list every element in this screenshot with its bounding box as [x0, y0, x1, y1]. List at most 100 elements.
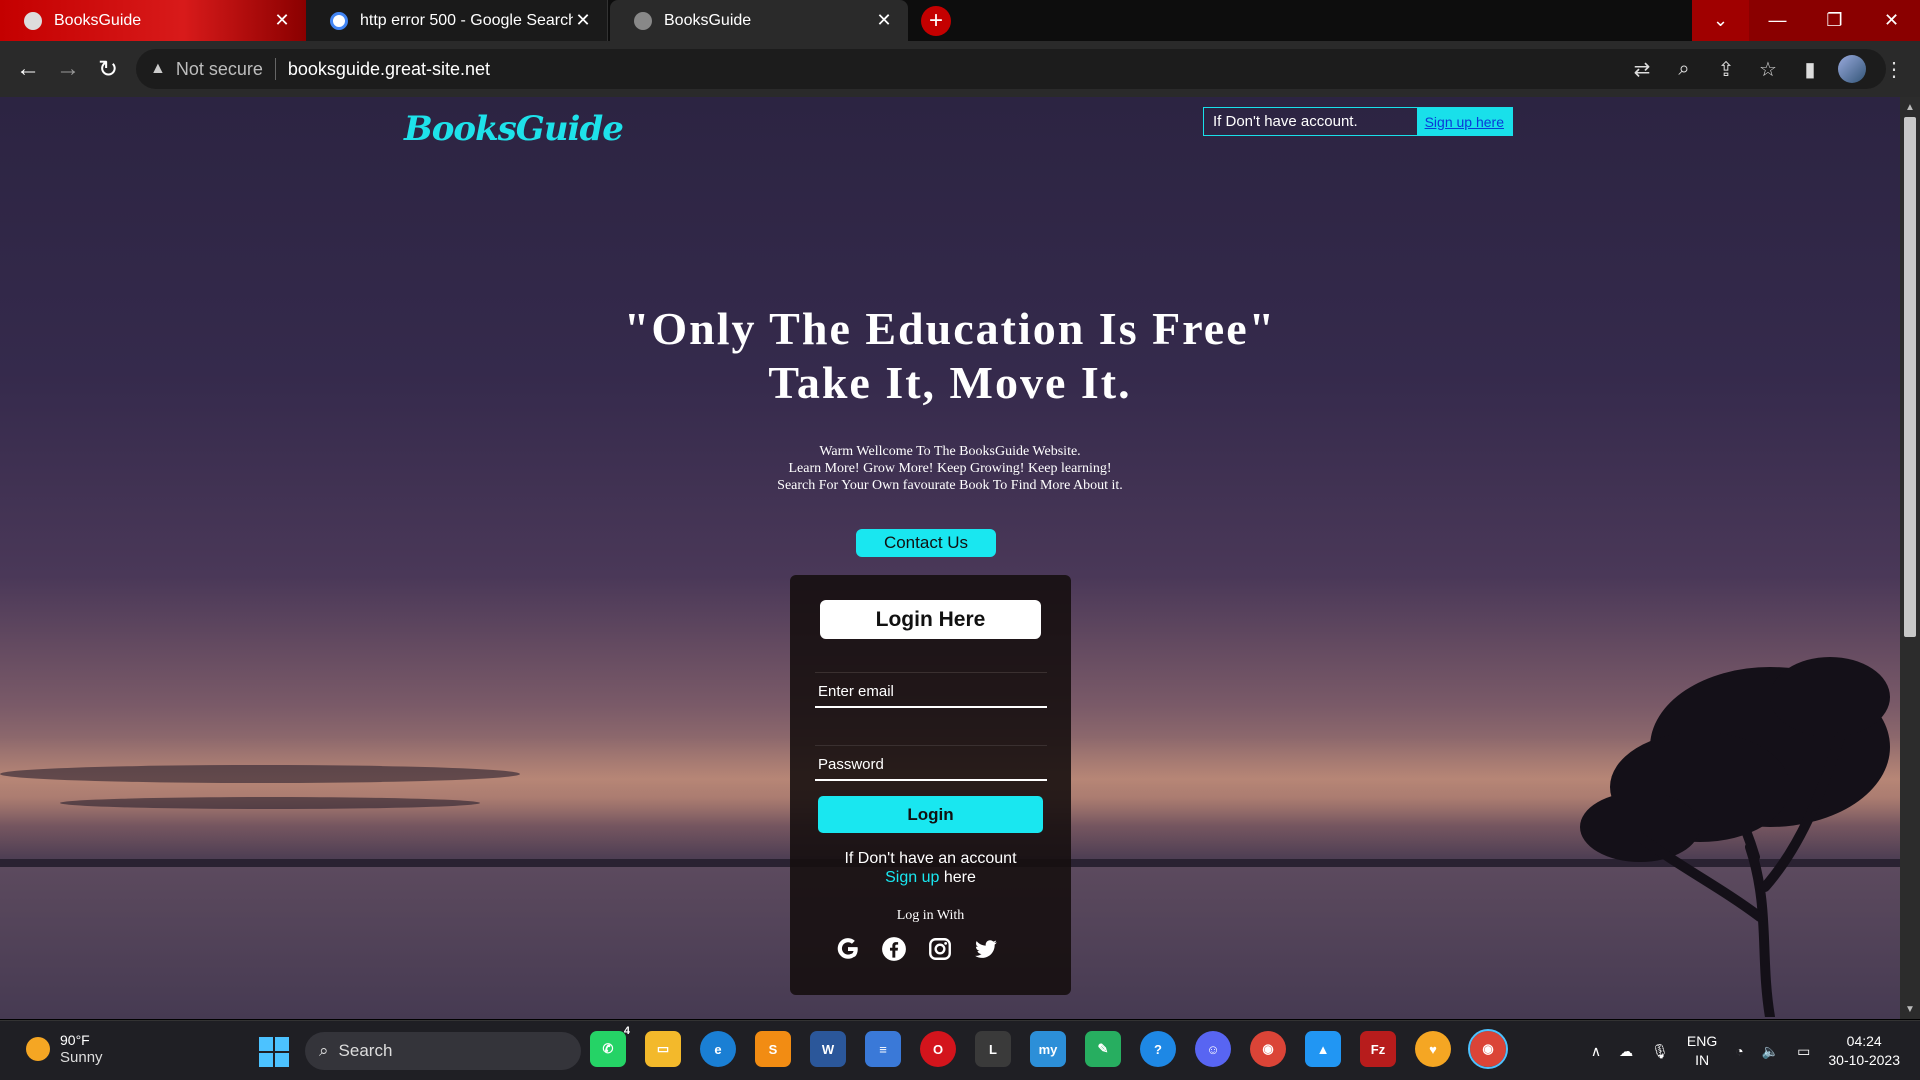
instagram-icon[interactable]	[926, 935, 954, 963]
close-icon[interactable]: ✕	[573, 10, 593, 31]
translate-icon[interactable]: ⇄	[1628, 55, 1656, 83]
tab-booksguide-active[interactable]: BooksGuide ✕	[610, 0, 908, 41]
signup-row: Sign up here	[790, 868, 1071, 887]
opera-icon[interactable]: O	[920, 1031, 956, 1067]
google-icon	[330, 11, 348, 30]
weather-widget[interactable]: 90°F Sunny	[26, 1031, 103, 1067]
welcome-text: Warm Wellcome To The BooksGuide Website.…	[0, 443, 1900, 494]
page-scrollbar[interactable]: ▲ ▼	[1900, 97, 1920, 1019]
twitter-icon[interactable]	[972, 935, 1000, 963]
mysql-icon[interactable]: my	[1030, 1031, 1066, 1067]
tab-booksguide-1[interactable]: BooksGuide ✕	[0, 0, 306, 41]
login-title: Login Here	[820, 600, 1041, 639]
sublime-text-icon[interactable]: S	[755, 1031, 791, 1067]
cloud-icon[interactable]: ☁	[1619, 1043, 1633, 1060]
photos-icon[interactable]: ▲	[1305, 1031, 1341, 1067]
discord-icon[interactable]: ☺	[1195, 1031, 1231, 1067]
lang-top: ENG	[1686, 1033, 1718, 1049]
browser-toolbar: ← → ↻ ▲ Not secure booksguide.great-site…	[0, 41, 1920, 97]
edge-icon[interactable]: e	[700, 1031, 736, 1067]
email-field[interactable]: Enter email	[815, 672, 1047, 708]
volume-icon[interactable]: 🔈	[1762, 1043, 1779, 1060]
tab-google-search[interactable]: http error 500 - Google Search ✕	[306, 0, 608, 41]
new-tab-button[interactable]: +	[921, 6, 951, 36]
chevron-up-icon[interactable]: ∧	[1591, 1043, 1601, 1060]
whatsapp-badge: 4	[623, 1025, 630, 1037]
share-icon[interactable]: ⇪	[1712, 55, 1740, 83]
whatsapp-icon[interactable]: ✆ 4	[590, 1025, 630, 1067]
close-window-button[interactable]: ✕	[1863, 0, 1920, 41]
window-controls: ⌄ — ❐ ✕	[1692, 0, 1920, 41]
signup-link[interactable]: Sign up here	[1416, 108, 1512, 135]
tab-title: BooksGuide	[664, 11, 752, 29]
l-app-icon[interactable]: L	[975, 1031, 1011, 1067]
scroll-down-arrow[interactable]: ▼	[1900, 999, 1920, 1019]
contact-us-button[interactable]: Contact Us	[856, 529, 996, 557]
divider	[274, 58, 276, 80]
profile-avatar[interactable]	[1838, 55, 1866, 83]
reload-button[interactable]: ↻	[92, 53, 124, 85]
clock-date: 30-10-2023	[1828, 1052, 1900, 1068]
clock[interactable]: 04:24 30-10-2023	[1828, 1032, 1900, 1070]
search-icon: ⌕	[319, 1041, 329, 1060]
scroll-up-arrow[interactable]: ▲	[1900, 97, 1920, 117]
brave-icon[interactable]: ♥	[1415, 1031, 1451, 1067]
forward-button[interactable]: →	[52, 53, 84, 85]
globe-icon	[634, 11, 652, 30]
taskbar-search[interactable]: ⌕ Search	[305, 1032, 581, 1070]
account-prompt: If Don't have an account Sign up here	[790, 849, 1071, 887]
google-icon[interactable]	[834, 935, 862, 963]
file-explorer-icon[interactable]: ▭	[645, 1031, 681, 1067]
zoom-icon[interactable]: ⌕	[1670, 55, 1698, 83]
filezilla-icon[interactable]: Fz	[1360, 1031, 1396, 1067]
cloud	[60, 797, 480, 809]
tree-silhouette	[1580, 657, 1890, 1017]
chrome-profile-icon[interactable]: ◉	[1250, 1031, 1286, 1067]
back-button[interactable]: ←	[12, 53, 44, 85]
battery-icon[interactable]: ▭	[1797, 1043, 1810, 1060]
taskbar-search-label: Search	[338, 1041, 393, 1060]
login-with-label: Log in With	[896, 908, 965, 923]
side-panel-icon[interactable]: ▮	[1796, 55, 1824, 83]
hero-line-1: "Only The Education Is Free"	[623, 303, 1277, 354]
chevron-down-icon[interactable]: ⌄	[1692, 0, 1749, 41]
windows-taskbar: 90°F Sunny ⌕ Search ✆ 4 ▭ e S W ≡ O L my …	[0, 1020, 1920, 1080]
weather-condition: Sunny	[60, 1049, 103, 1066]
globe-icon	[24, 11, 42, 30]
system-tray: ∧ ☁ 🎙 ENG IN ◔ 🔈 ▭ 04:24 30-10-2023	[1591, 1021, 1900, 1080]
account-prompt-text: If Don't have an account	[844, 850, 1017, 867]
web-page: BooksGuide If Don't have account. Sign u…	[0, 97, 1900, 1019]
taskbar-apps: ✆ 4 ▭ e S W ≡ O L my ✎ ? ☺ ◉ ▲ Fz ♥ ◉	[590, 1025, 1508, 1069]
microphone-icon[interactable]: 🎙	[1651, 1043, 1669, 1060]
signup-prompt: If Don't have account.	[1213, 113, 1358, 130]
restore-button[interactable]: ❐	[1806, 0, 1863, 41]
start-button[interactable]	[259, 1037, 289, 1067]
star-icon[interactable]: ☆	[1754, 55, 1782, 83]
close-icon[interactable]: ✕	[272, 10, 292, 31]
wifi-icon[interactable]: ◔	[1735, 1043, 1743, 1059]
chrome-icon[interactable]: ◉	[1468, 1029, 1508, 1069]
site-logo[interactable]: BooksGuide	[404, 109, 624, 149]
hero-line-2: Take It, Move It.	[768, 357, 1132, 408]
signup-suffix: here	[939, 869, 976, 886]
password-field[interactable]: Password	[815, 745, 1047, 781]
help-icon[interactable]: ?	[1140, 1031, 1176, 1067]
facebook-icon[interactable]	[880, 935, 908, 963]
header-signup: If Don't have account. Sign up here	[1203, 107, 1513, 136]
scrollbar-thumb[interactable]	[1904, 117, 1916, 637]
tab-title: http error 500 - Google Search	[360, 11, 573, 29]
signup-link-card[interactable]: Sign up	[885, 869, 939, 886]
pen-icon[interactable]: ✎	[1085, 1031, 1121, 1067]
close-icon[interactable]: ✕	[874, 10, 894, 31]
minimize-button[interactable]: —	[1749, 0, 1806, 41]
welcome-line-2: Learn More! Grow More! Keep Growing! Kee…	[788, 461, 1112, 476]
address-bar[interactable]: ▲ Not secure booksguide.great-site.net	[136, 49, 1886, 89]
welcome-line-3: Search For Your Own favourate Book To Fi…	[777, 478, 1123, 493]
notepad-icon[interactable]: ≡	[865, 1031, 901, 1067]
tab-title: BooksGuide	[54, 11, 142, 29]
language-indicator[interactable]: ENG IN	[1687, 1032, 1717, 1070]
security-status: Not secure	[175, 58, 263, 79]
login-button[interactable]: Login	[818, 796, 1043, 833]
word-icon[interactable]: W	[810, 1031, 846, 1067]
menu-icon[interactable]: ⋮	[1880, 55, 1908, 83]
